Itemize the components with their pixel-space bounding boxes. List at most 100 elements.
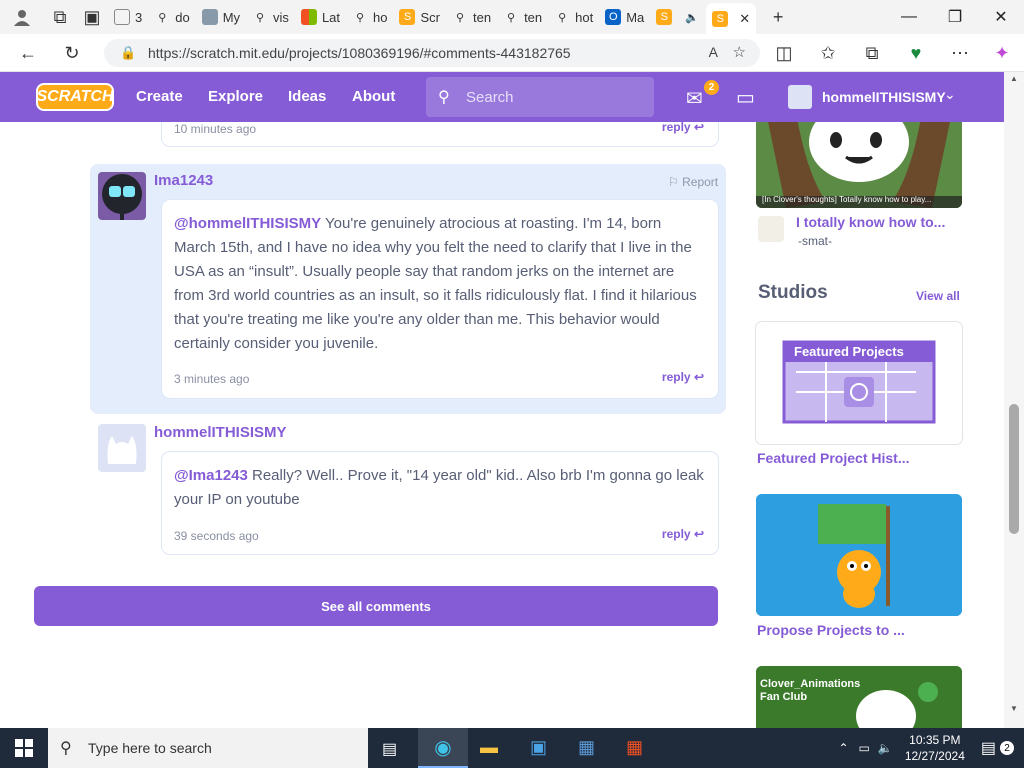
tab-12[interactable]: S (650, 3, 678, 31)
windows-store-icon[interactable]: ▦ (626, 737, 643, 758)
my-stuff-folder-icon[interactable]: ▭ (736, 85, 755, 110)
comment-username[interactable]: hommelITHISISMY (154, 424, 287, 441)
read-aloud-icon[interactable]: A (709, 44, 718, 60)
tab-2[interactable]: ⚲ do (148, 3, 195, 31)
tab-label: Ma (626, 9, 645, 25)
favorite-star-icon[interactable]: ☆ (733, 43, 746, 61)
tab-6[interactable]: ⚲ ho (346, 3, 393, 31)
comment-time: 10 minutes ago (174, 122, 257, 136)
tab-9[interactable]: ⚲ ten (497, 3, 548, 31)
studio-thumbnail[interactable]: Clover_Animations Fan Club (756, 666, 962, 728)
favorites-icon[interactable]: ✩ (812, 37, 844, 69)
chevron-up-icon[interactable]: ⌃ (838, 741, 848, 755)
remix-project-thumbnail[interactable]: [In Clover's thoughts] Totally know how … (756, 122, 962, 208)
report-button[interactable]: ⚐ Report (668, 175, 718, 189)
notification-icon[interactable]: ▤ (981, 738, 996, 758)
network-icon[interactable]: ▭ (859, 741, 870, 755)
tab-10[interactable]: ⚲ hot (548, 3, 599, 31)
edge-browser-icon[interactable]: ◉ (418, 728, 468, 768)
tab-audio[interactable]: 🔈 (678, 3, 706, 31)
scratch-icon: S (656, 9, 673, 25)
close-window-icon[interactable]: ✕ (978, 0, 1024, 34)
studios-heading: Studios (758, 282, 828, 303)
view-all-studios-link[interactable]: View all (916, 289, 960, 303)
remix-project-title[interactable]: I totally know how to... (796, 214, 945, 230)
nav-explore[interactable]: Explore (208, 88, 263, 105)
tab-4[interactable]: ⚲ vis (246, 3, 295, 31)
back-icon[interactable]: ← (12, 37, 44, 69)
maximize-icon[interactable]: ❐ (932, 0, 978, 34)
page-scrollbar[interactable]: ▲ ▼ (1004, 72, 1024, 728)
comment-text: @Ima1243 Really? Well.. Prove it, "14 ye… (174, 464, 706, 512)
search-placeholder: Search (466, 88, 514, 106)
reply-label: reply (661, 527, 691, 541)
windows-start-icon[interactable] (0, 728, 48, 768)
close-tab-icon[interactable]: ✕ (739, 11, 750, 27)
tab-label: ho (373, 9, 388, 25)
tab-11[interactable]: O Ma (599, 3, 650, 31)
reply-button[interactable]: reply ↩ (662, 370, 704, 384)
tab-actions-icon[interactable]: ▣ (76, 1, 108, 33)
nav-username[interactable]: hommelITHISISMY (822, 89, 946, 105)
tab-active[interactable]: S ✕ (706, 3, 757, 34)
workspaces-icon[interactable]: ⧉ (44, 1, 76, 33)
tab-label: vis (273, 9, 289, 25)
tab-label: My (222, 9, 241, 25)
copilot-icon[interactable]: ✦ (986, 37, 1018, 69)
messages-icon[interactable]: ✉ (686, 86, 703, 111)
scratch-search-input[interactable]: ⚲ Search (426, 77, 654, 117)
app-icon[interactable]: ▣ (530, 737, 547, 758)
tab-5[interactable]: Lat (295, 3, 346, 31)
scrollbar-thumb[interactable] (1009, 404, 1019, 534)
scroll-down-icon[interactable]: ▼ (1010, 704, 1018, 713)
nav-create[interactable]: Create (136, 88, 183, 105)
studio-title[interactable]: Featured Project Hist... (757, 450, 909, 466)
tab-7[interactable]: S Scr (393, 3, 446, 31)
more-menu-icon[interactable]: ⋯ (944, 37, 976, 69)
split-screen-icon[interactable]: ◫ (768, 37, 800, 69)
report-label: Report (682, 175, 719, 189)
remix-project-author[interactable]: -smat- (798, 234, 832, 248)
mention-link[interactable]: @hommelITHISISMY (174, 215, 321, 232)
scroll-up-icon[interactable]: ▲ (1010, 74, 1018, 83)
taskbar-search-input[interactable]: ⚲ Type here to search (48, 728, 368, 768)
tab-8[interactable]: ⚲ ten (446, 3, 497, 31)
comment-username[interactable]: Ima1243 (154, 172, 213, 189)
volume-icon[interactable]: 🔈 (878, 741, 893, 755)
studio-title[interactable]: Propose Projects to ... (757, 622, 905, 638)
chevron-down-icon[interactable]: ⌄ (944, 86, 956, 103)
nav-ideas[interactable]: Ideas (288, 88, 326, 105)
see-all-comments-button[interactable]: See all comments (34, 586, 718, 626)
avatar[interactable] (98, 424, 146, 472)
outlook-icon: O (605, 9, 622, 25)
comment-time: 3 minutes ago (174, 372, 250, 386)
tab-3[interactable]: My (196, 3, 246, 31)
task-view-icon[interactable]: ▤ (382, 739, 397, 759)
search-icon: ⚲ (158, 11, 167, 24)
avatar[interactable] (98, 172, 146, 220)
tab-label: Scr (420, 9, 440, 25)
reply-button[interactable]: reply ↩ (662, 122, 704, 134)
profile-icon[interactable] (0, 1, 44, 33)
scratch-logo[interactable]: SCRATCH (36, 83, 114, 111)
clock[interactable]: 10:35 PM 12/27/2024 (905, 732, 965, 764)
avatar[interactable] (758, 216, 784, 242)
avatar[interactable] (788, 85, 812, 109)
minimize-icon[interactable]: — (886, 0, 932, 34)
url-bar[interactable]: 🔒 https://scratch.mit.edu/projects/10803… (104, 39, 760, 67)
studio-thumbnail[interactable] (756, 494, 962, 616)
nav-about[interactable]: About (352, 88, 395, 105)
app-icon[interactable]: ▦ (578, 737, 595, 758)
reply-button[interactable]: reply ↩ (662, 527, 704, 541)
file-explorer-icon[interactable]: ▬ (480, 737, 498, 758)
extensions-icon[interactable]: ♥ (900, 37, 932, 69)
tab-1[interactable]: 3 (108, 3, 148, 31)
studio-thumbnail[interactable]: Featured Projects (756, 322, 962, 444)
mention-link[interactable]: @Ima1243 (174, 467, 248, 484)
comment-body: @hommelITHISISMY You're genuinely atroci… (162, 200, 718, 398)
clock-time: 10:35 PM (909, 733, 961, 747)
refresh-icon[interactable]: ↻ (56, 37, 88, 69)
tab-label: 3 (135, 9, 143, 25)
collections-icon[interactable]: ⧉ (856, 37, 888, 69)
new-tab-icon[interactable]: + (762, 1, 794, 33)
